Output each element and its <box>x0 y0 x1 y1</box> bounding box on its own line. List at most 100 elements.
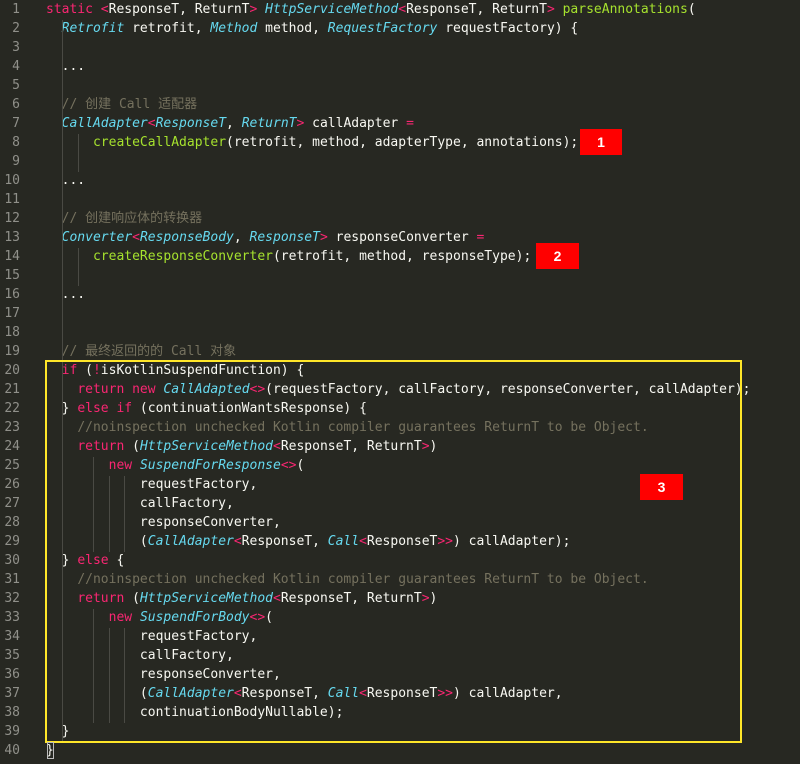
annotation-badge-2: 2 <box>536 243 579 269</box>
code-line[interactable]: ... <box>46 57 86 76</box>
code-token: ... <box>46 173 86 188</box>
line-number: 29 <box>4 534 20 549</box>
line-number: 24 <box>4 439 20 454</box>
code-token: createResponseConverter <box>92 249 273 264</box>
line-number: 25 <box>4 458 20 473</box>
code-token: callAdapter <box>304 116 407 131</box>
code-token: = <box>476 230 485 245</box>
line-number: 15 <box>4 268 20 283</box>
code-token: (retrofit, method, adapterType, annotati… <box>226 135 579 150</box>
line-number: 13 <box>4 230 20 245</box>
code-token: , <box>226 116 242 131</box>
line-number: 23 <box>4 420 20 435</box>
code-line[interactable]: ... <box>46 171 86 190</box>
line-number: 38 <box>4 705 20 720</box>
code-token: = <box>406 116 414 131</box>
code-token: < <box>147 116 156 131</box>
code-editor[interactable]: 1 2 3 4 5 6 7 8 9 10 11 12 13 14 15 16 17 18 19 20 21 22 23 24 2… <box>0 0 800 764</box>
code-line[interactable]: CallAdapter<ResponseT, ReturnT> callAdap… <box>46 114 414 133</box>
indent-guide <box>78 134 79 172</box>
line-number: 10 <box>4 173 20 188</box>
code-token: Method <box>210 21 258 36</box>
code-token: ResponseT <box>155 116 227 131</box>
code-token: < <box>100 2 109 17</box>
line-number: 2 <box>12 21 20 36</box>
line-number-gutter: 1 2 3 4 5 6 7 8 9 10 11 12 13 14 15 16 17 18 19 20 21 22 23 24 2… <box>0 0 38 764</box>
line-number: 34 <box>4 629 20 644</box>
code-token: CallAdapter <box>61 116 148 131</box>
code-token: responseConverter <box>327 230 477 245</box>
code-token: < <box>132 230 140 245</box>
code-token: > <box>249 2 266 17</box>
code-line[interactable]: Converter<ResponseBody, ResponseT> respo… <box>46 228 485 247</box>
code-token: retrofit, <box>124 21 211 36</box>
line-number: 27 <box>4 496 20 511</box>
code-token: > <box>546 2 563 17</box>
code-token: createCallAdapter <box>92 135 227 150</box>
code-line[interactable]: static <ResponseT, ReturnT> HttpServiceM… <box>46 0 696 19</box>
code-token: requestFactory) { <box>437 21 579 36</box>
code-token: ... <box>46 59 86 74</box>
line-number: 36 <box>4 667 20 682</box>
line-number: 12 <box>4 211 20 226</box>
annotation-badge-1: 1 <box>580 129 622 155</box>
line-number: 3 <box>12 40 20 55</box>
code-token: (retrofit, method, responseType); <box>272 249 532 264</box>
line-number: 21 <box>4 382 20 397</box>
code-line[interactable]: createResponseConverter(retrofit, method… <box>46 247 531 266</box>
code-token: static <box>46 2 101 17</box>
code-token: Converter <box>61 230 133 245</box>
code-token: HttpServiceMethod <box>265 2 399 17</box>
code-token: // 最终返回的的 Call 对象 <box>61 344 237 359</box>
code-token: ResponseT, ReturnT <box>108 2 250 17</box>
code-token: ResponseT <box>249 230 320 245</box>
text-cursor <box>47 742 54 759</box>
line-number: 30 <box>4 553 20 568</box>
line-number: 19 <box>4 344 20 359</box>
code-token: parseAnnotations <box>562 2 688 17</box>
line-number: 16 <box>4 287 20 302</box>
line-number: 40 <box>4 743 20 758</box>
code-token: > <box>319 230 328 245</box>
line-number: 39 <box>4 724 20 739</box>
line-number: 35 <box>4 648 20 663</box>
code-line[interactable]: // 创建 Call 适配器 <box>46 95 197 114</box>
code-line[interactable]: Retrofit retrofit, Method method, Reques… <box>46 19 579 38</box>
highlight-box-return-block <box>45 360 742 743</box>
code-token: ... <box>46 287 86 302</box>
code-line[interactable]: // 创建响应体的转换器 <box>46 209 202 228</box>
line-number: 1 <box>12 2 20 17</box>
line-number: 8 <box>12 135 20 150</box>
line-number: 20 <box>4 363 20 378</box>
code-token: ( <box>687 2 696 17</box>
line-number: 7 <box>12 116 20 131</box>
line-number: 9 <box>12 154 20 169</box>
code-token: // 创建 Call 适配器 <box>61 97 198 112</box>
line-number: 18 <box>4 325 20 340</box>
code-line[interactable]: createCallAdapter(retrofit, method, adap… <box>46 133 578 152</box>
indent-guide <box>78 248 79 286</box>
code-token: ResponseT, ReturnT <box>406 2 547 17</box>
line-number: 17 <box>4 306 20 321</box>
code-line[interactable]: // 最终返回的的 Call 对象 <box>46 342 236 361</box>
line-number: 14 <box>4 249 20 264</box>
code-token: < <box>398 2 407 17</box>
code-line[interactable]: ... <box>46 285 86 304</box>
line-number: 32 <box>4 591 20 606</box>
code-token: // 创建响应体的转换器 <box>61 211 203 226</box>
line-number: 22 <box>4 401 20 416</box>
code-token: ResponseBody <box>139 230 234 245</box>
line-number: 28 <box>4 515 20 530</box>
code-token: , <box>233 230 250 245</box>
line-number: 26 <box>4 477 20 492</box>
line-number: 4 <box>12 59 20 74</box>
line-number: 31 <box>4 572 20 587</box>
code-token: Retrofit <box>61 21 125 36</box>
